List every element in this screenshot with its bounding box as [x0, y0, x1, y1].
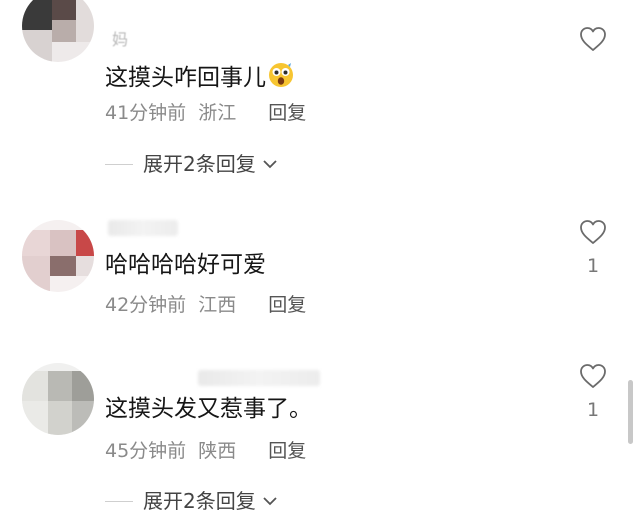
comment-text: 哈哈哈哈好可爱: [105, 252, 266, 278]
like-button[interactable]: [577, 26, 609, 52]
reply-button[interactable]: 回复: [268, 440, 306, 462]
username[interactable]: 妈: [112, 26, 128, 50]
comment-meta: 41分钟前 浙江 回复: [105, 104, 306, 123]
expand-replies-button[interactable]: 展开2条回复: [105, 154, 278, 174]
username-blurred[interactable]: [108, 220, 178, 236]
divider-line: [105, 500, 133, 502]
username-blurred[interactable]: [198, 370, 320, 386]
comment-location: 陕西: [198, 440, 237, 462]
chevron-down-icon: [262, 158, 278, 170]
divider-line: [105, 163, 133, 165]
avatar[interactable]: [22, 363, 94, 435]
reply-button[interactable]: 回复: [268, 294, 306, 316]
expand-replies-label: 展开2条回复: [143, 489, 256, 513]
chevron-down-icon: [262, 495, 278, 507]
comment-time: 45分钟前: [105, 440, 187, 462]
comment-item: 妈 这摸头咋回事儿 41分钟前 浙江 回复 展开2条回复: [0, 0, 640, 190]
comment-meta: 45分钟前 陕西 回复: [105, 442, 306, 461]
comment-text: 这摸头咋回事儿: [105, 62, 294, 93]
reply-button[interactable]: 回复: [268, 102, 306, 124]
like-button[interactable]: [577, 219, 609, 245]
comment-location: 浙江: [198, 102, 237, 124]
heart-outline-icon: [580, 364, 606, 388]
comment-meta: 42分钟前 江西 回复: [105, 296, 306, 315]
like-button[interactable]: [577, 363, 609, 389]
comment-location: 江西: [198, 294, 237, 316]
comment-time: 42分钟前: [105, 294, 187, 316]
heart-outline-icon: [580, 220, 606, 244]
like-count: 1: [586, 399, 600, 421]
expand-replies-button[interactable]: 展开2条回复: [105, 491, 278, 511]
comment-text: 这摸头发又惹事了。: [105, 396, 312, 422]
avatar[interactable]: [22, 0, 94, 62]
heart-outline-icon: [580, 27, 606, 51]
scrollbar[interactable]: [628, 380, 633, 444]
comment-text-content: 这摸头咋回事儿: [105, 65, 266, 91]
comment-time: 41分钟前: [105, 102, 187, 124]
like-count: 1: [586, 255, 600, 277]
expand-replies-label: 展开2条回复: [143, 152, 256, 176]
avatar[interactable]: [22, 220, 94, 292]
shocked-face-emoji-icon: [268, 62, 294, 93]
